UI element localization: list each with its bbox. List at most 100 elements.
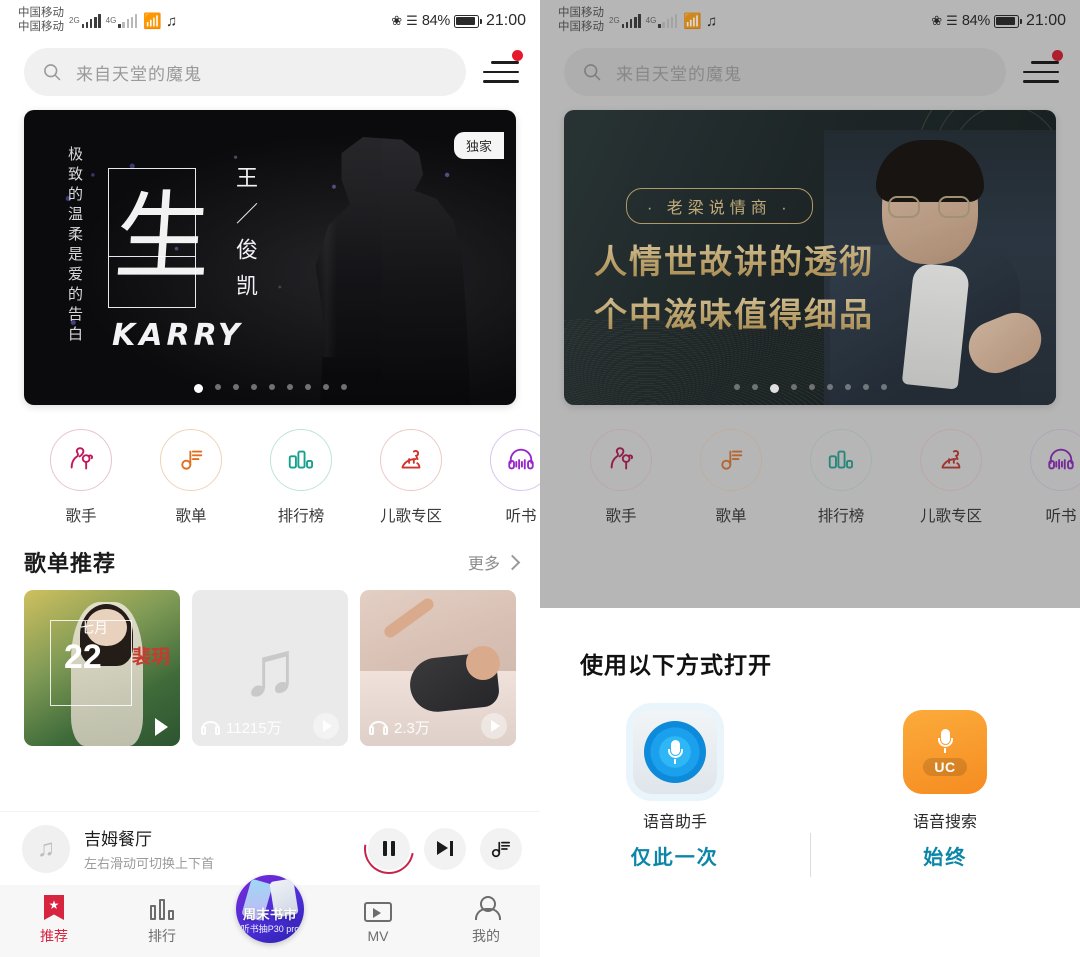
search-row: 来自天堂的魔鬼 — [540, 42, 1080, 110]
tab-label: MV — [367, 928, 389, 944]
hamburger-menu-icon[interactable] — [1020, 50, 1064, 92]
tab-rank[interactable]: 排行 — [108, 896, 216, 946]
signal-1: 2G — [69, 14, 101, 28]
tab-recommend[interactable]: 推荐 — [0, 895, 108, 946]
card-day: 22 — [64, 638, 102, 676]
search-input[interactable]: 来自天堂的魔鬼 — [564, 48, 1006, 96]
signal-2: 4G — [106, 14, 138, 28]
play-circle-icon[interactable] — [481, 713, 507, 739]
now-playing-hint: 左右滑动可切换上下首 — [84, 856, 215, 871]
category-kids[interactable]: 儿歌专区 — [896, 429, 1006, 526]
mini-player-meta[interactable]: 吉姆餐厅 左右滑动可切换上下首 — [84, 825, 354, 872]
just-once-button[interactable]: 仅此一次 — [540, 841, 810, 870]
rocking-horse-icon — [380, 429, 442, 491]
signal-bars-icon — [81, 14, 101, 28]
bluetooth-icon: ❀ — [391, 13, 403, 28]
rocking-horse-icon — [920, 429, 982, 491]
banner-headline-2: 个中滋味值得细品 — [594, 288, 874, 336]
playlist-card-placeholder[interactable]: ♫ 11215万 — [192, 590, 348, 746]
battery-icon — [993, 14, 1022, 28]
rank-bars-icon — [270, 429, 332, 491]
hamburger-menu-icon[interactable] — [480, 50, 524, 92]
playlist-note-icon — [700, 429, 762, 491]
category-rank[interactable]: 排行榜 — [786, 429, 896, 526]
playlist-note-icon — [160, 429, 222, 491]
carrier-labels: 中国移动 中国移动 — [18, 7, 64, 34]
sheet-action-row: 仅此一次 始终 — [540, 833, 1080, 877]
category-singer[interactable]: 歌手 — [26, 429, 136, 526]
music-note-icon: ♫ — [22, 824, 70, 873]
search-row: 来自天堂的魔鬼 — [0, 42, 540, 110]
promo-button[interactable]: 周末书市 听书抽P30 pro — [236, 875, 304, 943]
category-rank[interactable]: 排行榜 — [246, 429, 356, 526]
headphone-audio-icon — [1030, 429, 1080, 491]
vibrate-icon: ☰ — [946, 13, 958, 28]
category-label: 排行榜 — [817, 508, 865, 525]
hero-banner-karry[interactable]: 极致的温柔是爱的告白 生 王／俊凯 KARRY 独家 — [24, 110, 516, 405]
category-audiobook[interactable]: 听书 — [1006, 429, 1080, 526]
play-circle-icon[interactable] — [313, 713, 339, 739]
wifi-icon: 📶 — [683, 13, 702, 30]
hero-banner-laoliang[interactable]: · 老梁说情商 · 人情世故讲的透彻 个中滋味值得细品 — [564, 110, 1056, 405]
always-button[interactable]: 始终 — [811, 841, 1080, 870]
search-input[interactable]: 来自天堂的魔鬼 — [24, 48, 466, 96]
next-track-icon[interactable] — [424, 827, 466, 870]
playlist-card-photo[interactable]: 2.3万 — [360, 590, 516, 746]
progress-ring — [354, 813, 424, 884]
category-label: 歌单 — [175, 508, 207, 525]
pause-icon[interactable] — [354, 813, 424, 884]
category-label: 儿歌专区 — [379, 508, 442, 525]
carrier-2: 中国移动 — [18, 21, 64, 33]
exclusive-badge: 独家 — [453, 132, 504, 159]
right-phone-panel: 中国移动 中国移动 2G 4G 📶 ♫ ❀ ☰ 84% 21:00 来自天堂的魔… — [540, 0, 1080, 957]
category-audiobook[interactable]: 听书 — [466, 429, 540, 526]
card-photo-arm — [382, 596, 436, 640]
playlist-card-calendar[interactable]: 七月 22 裴玥 — [24, 590, 180, 746]
tab-mine[interactable]: 我的 — [432, 896, 540, 946]
vibrate-icon: ☰ — [406, 13, 418, 28]
tab-label: 我的 — [472, 928, 500, 944]
banner-dots-right — [564, 384, 1056, 393]
category-playlist[interactable]: 歌单 — [136, 429, 246, 526]
search-placeholder: 来自天堂的魔鬼 — [76, 64, 202, 84]
network-gen-2: 4G — [105, 16, 117, 25]
watermark-text: 什么值得买 — [938, 919, 1068, 946]
page-title: 歌单推荐 — [24, 551, 117, 576]
more-link[interactable]: 更多 — [468, 550, 521, 574]
bluetooth-icon: ❀ — [931, 13, 943, 28]
tab-label: 排行 — [148, 928, 176, 944]
carrier-1: 中国移动 — [18, 7, 64, 20]
notification-badge — [1052, 50, 1063, 61]
category-label: 歌手 — [65, 508, 97, 525]
headphone-icon — [369, 720, 388, 735]
category-label: 歌手 — [605, 508, 637, 525]
category-kids[interactable]: 儿歌专区 — [356, 429, 466, 526]
sheet-app-uc-voice-search[interactable]: UC 语音搜索 — [810, 710, 1080, 832]
sheet-app-label: 语音搜索 — [912, 814, 977, 831]
play-count-value: 2.3万 — [394, 720, 430, 737]
uc-voice-search-icon: UC — [903, 710, 987, 794]
category-playlist[interactable]: 歌单 — [676, 429, 786, 526]
singer-icon — [590, 429, 652, 491]
sheet-app-list: 语音助手 UC 语音搜索 — [540, 680, 1080, 832]
tab-mv[interactable]: MV — [324, 898, 432, 944]
playlist-queue-icon[interactable] — [480, 827, 522, 870]
banner-silhouette — [315, 137, 471, 405]
play-triangle-icon[interactable] — [155, 718, 168, 736]
category-label: 听书 — [1045, 508, 1077, 525]
category-singer[interactable]: 歌手 — [566, 429, 676, 526]
category-label: 排行榜 — [277, 508, 325, 525]
chevron-right-icon — [504, 554, 521, 570]
sheet-app-voice-assistant[interactable]: 语音助手 — [540, 710, 810, 832]
person-hair — [876, 140, 984, 202]
banner-dots-left — [24, 384, 516, 393]
microphone-icon — [667, 740, 683, 764]
tab-label: 推荐 — [40, 928, 68, 944]
battery-percent: 84% — [421, 13, 450, 29]
category-label: 听书 — [505, 508, 537, 525]
uc-badge: UC — [923, 757, 967, 776]
bottom-tab-bar: 推荐 排行 MV 我的 周末书市 听书抽P30 pro — [0, 875, 540, 957]
bookmark-star-icon — [44, 895, 64, 920]
card-red-text: 裴玥 — [131, 646, 170, 668]
banner-artist: 王／俊凯 — [233, 166, 258, 310]
